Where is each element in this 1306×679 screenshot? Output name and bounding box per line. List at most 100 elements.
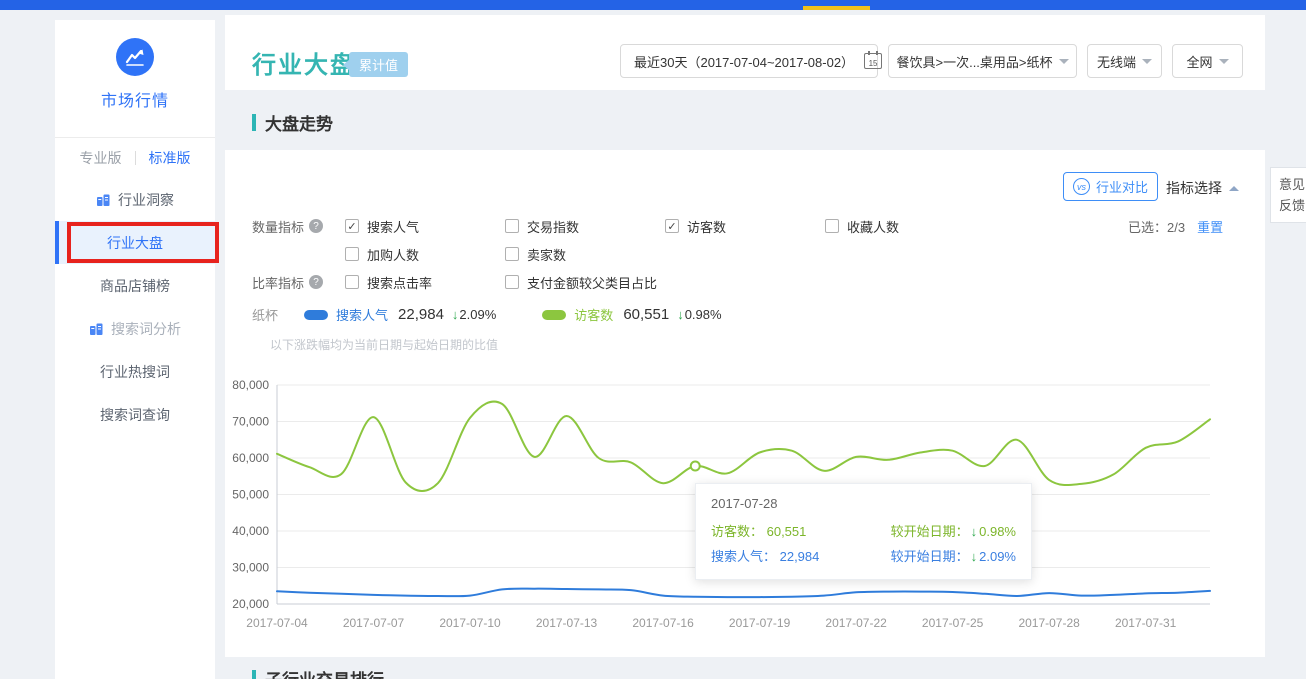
reset-link[interactable]: 重置: [1197, 217, 1223, 236]
line-series-访客数: [277, 402, 1210, 491]
sidebar-item-6[interactable]: 搜索词查询: [55, 393, 215, 436]
x-axis-label: 2017-07-16: [632, 616, 694, 630]
legend-items: 搜索人气22,984↓2.09%访客数60,551↓0.98%: [304, 305, 768, 324]
tooltip-compare: 较开始日期：↓0.98%: [891, 519, 1016, 544]
sidebar-item-label: 行业洞察: [118, 190, 174, 210]
version-tab-1[interactable]: 专业版: [80, 148, 122, 168]
app-root: 市场行情 专业版标准版 行业洞察行业大盘商品店铺榜搜索词分析行业热搜词搜索词查询…: [0, 0, 1306, 679]
section-accent-bar: [252, 670, 256, 679]
industry-compare-button[interactable]: vs 行业对比: [1063, 172, 1158, 201]
help-icon[interactable]: ?: [309, 219, 323, 233]
chevron-down-icon: [1142, 59, 1152, 64]
app-title: 市场行情: [55, 87, 215, 111]
page-header: 行业大盘 累计值 最近30天（2017-07-04~2017-08-02） 15…: [225, 15, 1265, 90]
y-axis-label: 80,000: [232, 378, 269, 392]
checkbox-交易指数[interactable]: 交易指数: [505, 217, 665, 236]
tab-divider: [135, 151, 136, 165]
checkbox-label: 收藏人数: [847, 217, 899, 236]
checkbox-label: 支付金额较父类目占比: [527, 273, 657, 292]
buildings-icon: [96, 193, 111, 207]
indicator-groups: 数量指标?✓搜索人气交易指数✓访客数收藏人数加购人数卖家数比率指标?搜索点击率支…: [252, 212, 985, 296]
version-tab-2[interactable]: 标准版: [149, 148, 191, 168]
indicator-group-label: 比率指标?: [252, 268, 345, 296]
tooltip-compare-label: 较开始日期：: [891, 549, 969, 564]
sidebar-item-2[interactable]: 行业大盘: [55, 221, 215, 264]
market-trend-icon: [116, 38, 154, 76]
x-axis-label: 2017-07-22: [825, 616, 887, 630]
tooltip-compare: 较开始日期：↓2.09%: [891, 544, 1016, 569]
y-axis-label: 70,000: [232, 415, 269, 429]
checkbox-支付金额较父类目占比[interactable]: 支付金额较父类目占比: [505, 273, 665, 292]
checkbox-搜索人气[interactable]: ✓搜索人气: [345, 217, 505, 236]
sidebar-item-4[interactable]: 搜索词分析: [55, 307, 215, 350]
calendar-icon-wrap[interactable]: 15: [864, 53, 882, 69]
chevron-down-icon: [1059, 59, 1069, 64]
top-navigation-bar: [0, 0, 1306, 10]
chart-legend: 纸杯 搜索人气22,984↓2.09%访客数60,551↓0.98%: [252, 305, 768, 324]
checkbox-checked[interactable]: ✓: [665, 219, 679, 233]
sidebar-item-label: 搜索词查询: [100, 405, 170, 425]
date-range-text: 最近30天（2017-07-04~2017-08-02）: [621, 52, 864, 71]
legend-pill-访客数: [542, 310, 566, 320]
section-accent-bar: [252, 114, 256, 131]
indicator-group-label-text: 比率指标: [252, 273, 304, 292]
down-arrow-icon: ↓: [971, 549, 978, 564]
checkbox-加购人数[interactable]: 加购人数: [345, 245, 505, 264]
metric-selector-label: 指标选择: [1166, 178, 1222, 198]
checkbox-搜索点击率[interactable]: 搜索点击率: [345, 273, 505, 292]
vs-icon: vs: [1073, 178, 1090, 195]
scope-dropdown[interactable]: 全网: [1172, 44, 1243, 78]
feedback-tab[interactable]: 意见 反馈: [1270, 167, 1306, 223]
checkbox-unchecked[interactable]: [505, 247, 519, 261]
category-dropdown[interactable]: 餐饮具>一次...桌用品>纸杯: [888, 44, 1077, 78]
sidebar: 市场行情 专业版 标准版 行业洞察行业大盘商品店铺榜搜索词分析行业热搜词搜索词查询: [55, 20, 215, 679]
sidebar-item-label: 行业大盘: [107, 233, 163, 253]
x-axis-label: 2017-07-28: [1018, 616, 1080, 630]
legend-series-value: 22,984: [398, 306, 444, 323]
legend-change-value: 0.98%: [685, 307, 722, 322]
tooltip-row: 搜索人气： 22,984较开始日期：↓2.09%: [711, 544, 1016, 569]
category-dropdown-value: 餐饮具>一次...桌用品>纸杯: [896, 52, 1052, 71]
indicator-row: 搜索点击率 支付金额较父类目占比: [345, 268, 665, 296]
checkbox-unchecked[interactable]: [345, 247, 359, 261]
indicator-group-2: 比率指标? 搜索点击率 支付金额较父类目占比: [252, 268, 985, 296]
feedback-line1: 意见: [1279, 174, 1306, 195]
indicator-group-label-text: 数量指标: [252, 217, 304, 236]
metric-selector-toggle[interactable]: 指标选择: [1166, 178, 1239, 198]
checkbox-checked[interactable]: ✓: [345, 219, 359, 233]
page-title: 行业大盘: [252, 45, 356, 80]
date-range-picker[interactable]: 最近30天（2017-07-04~2017-08-02） 15: [620, 44, 878, 78]
feedback-line2: 反馈: [1279, 195, 1306, 216]
checkbox-unchecked[interactable]: [505, 219, 519, 233]
section-header-subindustry: 子行业交易排行: [252, 666, 384, 679]
x-axis-label: 2017-07-07: [343, 616, 405, 630]
checkbox-label: 加购人数: [367, 245, 419, 264]
checkbox-unchecked[interactable]: [825, 219, 839, 233]
active-nav-underline: [803, 6, 870, 10]
section-header-trend: 大盘走势: [252, 110, 333, 135]
sidebar-item-5[interactable]: 行业热搜词: [55, 350, 215, 393]
checkbox-收藏人数[interactable]: 收藏人数: [825, 217, 985, 236]
buildings-icon: [89, 322, 104, 336]
sidebar-item-3[interactable]: 商品店铺榜: [55, 264, 215, 307]
x-axis-label: 2017-07-10: [439, 616, 501, 630]
sidebar-brand: 市场行情: [55, 20, 215, 111]
terminal-dropdown[interactable]: 无线端: [1087, 44, 1162, 78]
sidebar-item-label: 商品店铺榜: [100, 276, 170, 296]
line-series-搜索人气: [277, 589, 1210, 598]
section-title-text: 大盘走势: [265, 110, 333, 135]
checkbox-卖家数[interactable]: 卖家数: [505, 245, 665, 264]
checkbox-访客数[interactable]: ✓ 访客数: [665, 217, 825, 236]
checkbox-unchecked[interactable]: [505, 275, 519, 289]
sidebar-item-1[interactable]: 行业洞察: [55, 178, 215, 221]
tooltip-rows: 访客数： 60,551较开始日期：↓0.98%搜索人气： 22,984较开始日期…: [711, 519, 1016, 569]
down-arrow-icon: ↓: [677, 307, 684, 322]
indicator-row: ✓搜索人气交易指数✓访客数收藏人数: [345, 212, 985, 240]
sidebar-menu: 行业洞察行业大盘商品店铺榜搜索词分析行业热搜词搜索词查询: [55, 178, 215, 436]
chart-note: 以下涨跌幅均为当前日期与起始日期的比值: [270, 336, 498, 353]
checkbox-unchecked[interactable]: [345, 275, 359, 289]
checkbox-label: 访客数: [687, 217, 726, 236]
active-indicator-bar: [55, 221, 59, 264]
checkbox-label: 搜索点击率: [367, 273, 432, 292]
help-icon[interactable]: ?: [309, 275, 323, 289]
